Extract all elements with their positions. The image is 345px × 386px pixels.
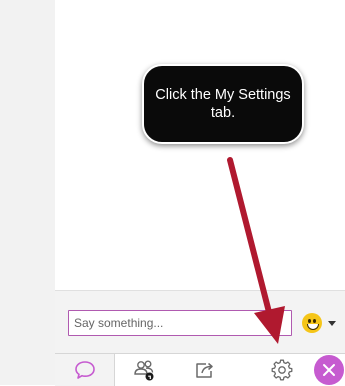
tab-chat[interactable] [55, 354, 115, 386]
callout-line-1: Click the My Settings [155, 87, 291, 103]
gear-icon [271, 359, 293, 381]
panel-tab-bar [55, 353, 345, 386]
close-icon [323, 364, 335, 376]
tab-attendees[interactable] [120, 354, 170, 386]
attendees-icon [134, 360, 154, 381]
chat-compose-area [55, 290, 345, 353]
chat-message-input[interactable] [68, 310, 292, 336]
left-rail [0, 0, 55, 385]
close-panel-button[interactable] [314, 355, 344, 385]
tab-my-settings[interactable] [257, 354, 307, 386]
chat-bubble-icon [74, 361, 95, 379]
tab-share-content[interactable] [180, 354, 230, 386]
smiley-emoji-icon [302, 313, 322, 333]
share-icon [196, 362, 213, 378]
emoji-picker-button[interactable] [293, 310, 345, 336]
callout-line-2: tab. [210, 105, 236, 121]
instruction-callout: Click the My Settings tab. [142, 64, 304, 144]
chevron-down-icon [328, 320, 336, 326]
